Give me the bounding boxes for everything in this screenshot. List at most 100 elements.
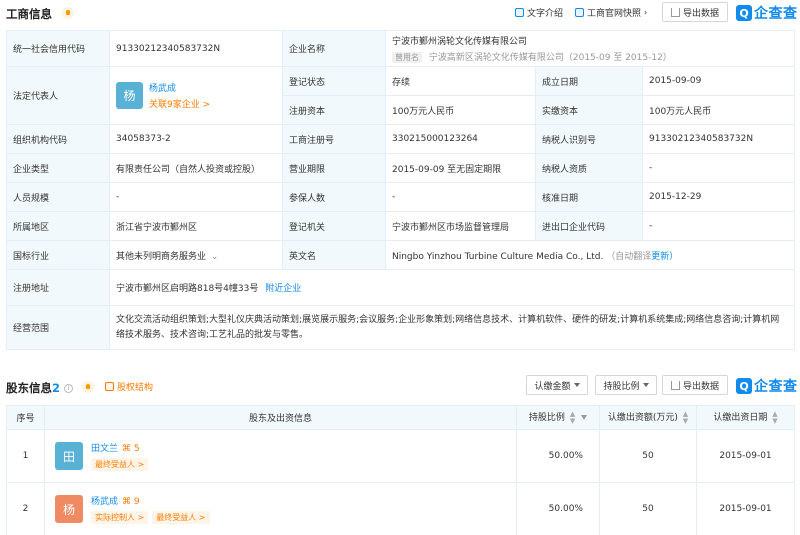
text-intro-link[interactable]: 文字介绍 [515,6,563,19]
row-ratio: 50.00% [516,429,600,483]
filter-ratio-dropdown[interactable]: 持股比例 [595,375,657,395]
legal-rep-name-link[interactable]: 杨武成 [149,81,210,94]
legal-rep-label: 法定代表人 [6,66,110,125]
related-companies-link[interactable]: 关联9家企业 > [149,97,210,110]
row-seq: 2 [6,482,45,535]
biz-term-label: 营业期限 [282,153,386,183]
en-name-label: 英文名 [282,240,386,270]
col-date-header[interactable]: 认缴出资日期 ▲ ▼ [696,405,795,430]
business-info-table: 统一社会信用代码 91330212340583732N 企业名称 宁波市鄞州涡轮… [6,30,796,350]
reg-status-value: 存续 [385,66,536,96]
industry-value: 其他未列明商务服务业 [116,251,207,262]
download-icon [670,7,680,17]
auto-translate-note: （自动翻译 [606,251,652,262]
region-label: 所属地区 [6,211,110,241]
role-tag[interactable]: 实际控制人 > [91,511,149,524]
scope-value: 文化交流活动组织策划;大型礼仪庆典活动策划;展览展示服务;会议服务;企业形象策划… [108,305,796,350]
taxpayer-id-label: 纳税人识别号 [535,124,643,154]
row-date: 2015-09-01 [696,429,795,483]
ie-code-label: 进出口企业代码 [535,211,643,241]
shareholder-title: 股东信息2 i [6,380,74,396]
insured-value: - [385,182,536,212]
table-row: 2 杨 杨武成 ⌘ 9 实际控制人 > 最终受益人 > 50.00% 50 2015… [6,482,795,535]
former-name-tag: 曾用名 [392,52,422,63]
shareholder-cell: 杨 杨武成 ⌘ 9 实际控制人 > 最终受益人 > [44,482,517,535]
download-icon [670,380,680,390]
shareholder-table: 序号 股东及出资信息 持股比例 ▲ ▼ 认缴出资额(万元) ▲ ▼ 认缴出资日期 ▲… [6,405,795,535]
authority-value: 宁波市鄞州区市场监督管理局 [385,211,536,241]
role-tag[interactable]: 最终受益人 > [152,511,210,524]
ent-type-label: 企业类型 [6,153,110,183]
col-amount-header[interactable]: 认缴出资额(万元) ▲ ▼ [599,405,697,430]
business-info-header: 工商信息 文字介绍 工商官网快照 › 导出数据 Q 企查查 [0,0,800,26]
address-value: 宁波市鄞州区启明路818号4幢33号 [116,284,259,294]
reg-capital-label: 注册资本 [282,95,386,125]
region-value: 浙江省宁波市鄞州区 [109,211,283,241]
company-name-label: 企业名称 [282,30,386,67]
shareholder-header: 股东信息2 i 股权结构 认缴金额 持股比例 导出数据 Q 企查查 [0,374,800,400]
col-seq-header: 序号 [6,405,45,430]
snapshot-icon [575,8,584,17]
avatar: 杨 [55,495,83,523]
address-cell: 宁波市鄞州区启明路818号4幢33号 附近企业 [108,269,796,306]
est-date-label: 成立日期 [535,66,643,96]
col-ratio-header[interactable]: 持股比例 ▲ ▼ [516,405,600,430]
approve-date-value: 2015-12-29 [641,182,796,212]
row-amount: 50 [599,429,697,483]
org-code-value: 34058373-2 [109,124,283,154]
taxpayer-id-value: 91330212340583732N [641,124,796,154]
industry-cell[interactable]: 其他未列明商务服务业 ⌄ [109,240,283,270]
update-translation-link[interactable]: 更新） [651,252,678,262]
caret-down-icon [642,383,649,387]
related-count-badge[interactable]: ⌘ 5 [122,444,140,454]
chevron-down-icon: ⌄ [210,251,219,262]
sort-icon[interactable]: ▲ ▼ [683,410,688,425]
ent-type-value: 有限责任公司（自然人投资或控股） [109,153,283,183]
scope-label: 经营范围 [6,305,110,350]
shareholder-name-link[interactable]: 田文兰 [91,444,118,454]
reg-status-label: 登记状态 [282,66,386,96]
sort-icon[interactable]: ▲ ▼ [570,410,575,425]
credit-code-label: 统一社会信用代码 [6,30,110,67]
en-name-cell: Ningbo Yinzhou Turbine Culture Media Co.… [384,240,796,270]
shareholder-name-link[interactable]: 杨武成 [91,497,118,507]
row-amount: 50 [599,482,697,535]
industry-label: 国标行业 [6,240,110,270]
address-label: 注册地址 [6,269,110,306]
credit-code-value: 91330212340583732N [109,30,283,67]
row-seq: 1 [6,429,45,483]
shareholder-cell: 田 田文兰 ⌘ 5 最终受益人 > [44,429,517,483]
shareholder-count: 2 [52,381,61,395]
filter-amount-dropdown[interactable]: 认缴金额 [526,375,588,395]
taxpayer-qual-value: - [641,153,796,183]
chevron-right-icon: › [644,8,648,17]
col-info-header: 股东及出资信息 [44,405,517,430]
notice-icon[interactable] [62,7,74,19]
filter-icon[interactable] [581,415,588,421]
role-tag[interactable]: 最终受益人 > [91,458,149,471]
equity-structure-link[interactable]: 股权结构 [105,380,153,393]
sort-icon[interactable]: ▲ ▼ [772,410,777,425]
business-info-title: 工商信息 [6,7,52,21]
export-data-button[interactable]: 导出数据 [662,2,728,22]
caret-down-icon [573,383,580,387]
equity-icon [105,382,114,391]
info-icon[interactable]: i [64,384,74,393]
taxpayer-qual-label: 纳税人资质 [535,153,643,183]
export-shareholders-button[interactable]: 导出数据 [662,375,728,395]
document-icon [515,8,524,17]
avatar: 田 [55,442,83,470]
company-name-value: 宁波市鄞州涡轮文化传媒有限公司 [392,37,528,47]
staff-label: 人员规模 [6,182,110,212]
official-snapshot-link[interactable]: 工商官网快照 › [575,6,647,19]
biz-term-value: 2015-09-09 至无固定期限 [385,153,536,183]
avatar: 杨 [116,82,143,109]
notice-icon[interactable] [82,381,94,393]
nearby-companies-link[interactable]: 附近企业 [265,284,301,294]
qcc-logo: Q 企查查 [736,376,798,396]
reg-capital-value: 100万元人民币 [385,95,536,125]
est-date-value: 2015-09-09 [641,66,796,96]
related-count-badge[interactable]: ⌘ 9 [122,497,140,507]
row-ratio: 50.00% [516,482,600,535]
org-code-label: 组织机构代码 [6,124,110,154]
